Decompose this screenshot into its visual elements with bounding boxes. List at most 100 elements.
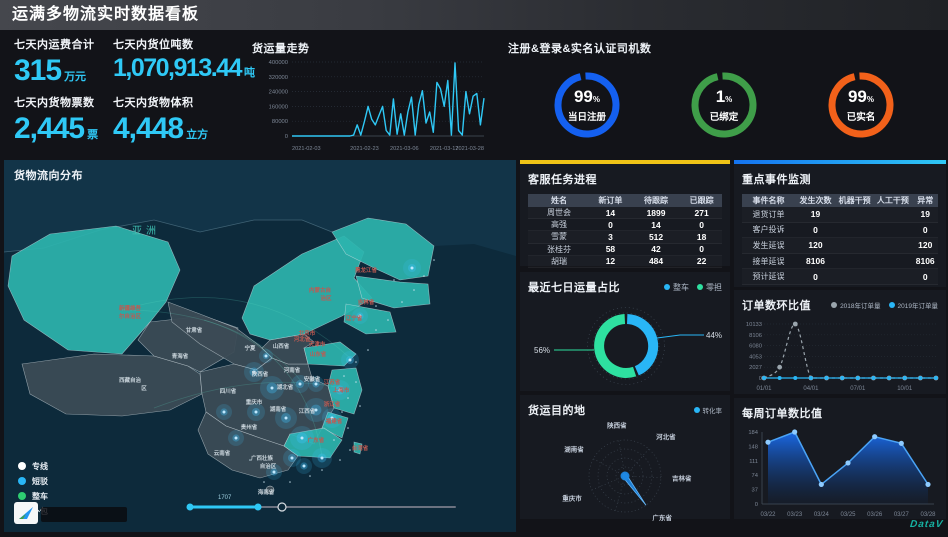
gauge-label: 已绑定 [710, 109, 739, 123]
row-value-cell: 14 [631, 220, 681, 230]
province-label: 上海市 [333, 386, 350, 394]
city-dot [423, 275, 425, 277]
table-row: 发生延误120120 [742, 238, 938, 254]
slider-handle[interactable] [255, 504, 262, 511]
column-header: 已跟踪 [681, 195, 722, 206]
tick-label: 03/24 [814, 512, 830, 518]
province-label: 陕西省 [252, 370, 269, 378]
data-point [934, 376, 938, 380]
legend-dot [889, 302, 895, 308]
map-legend-item[interactable]: 短驳 [18, 476, 49, 486]
key-events-title: 重点事件监测 [742, 171, 811, 187]
province-label: 西藏自治 [119, 376, 142, 384]
stat-value: 2,445票 [14, 113, 98, 145]
tick-label: 2021-02-03 [292, 146, 321, 152]
city-dot [333, 439, 335, 441]
tick-label: 07/01 [850, 386, 866, 392]
column-header: 异常 [912, 195, 937, 206]
data-point [925, 482, 930, 487]
tick-label: 184 [748, 430, 758, 436]
data-point [840, 376, 844, 380]
key-events-table: 事件名称发生次数机器干预人工干预异常退货订单1919客户投诉00发生延误1201… [742, 194, 938, 285]
map-legend-item[interactable]: 整车 [18, 491, 48, 501]
legend-item[interactable]: 2018年订单量 [831, 300, 880, 310]
city-dot [343, 375, 345, 377]
data-point [845, 460, 850, 465]
row-value-cell: 42 [631, 244, 681, 254]
data-point [871, 376, 875, 380]
table-row: 接单延误81068106 [742, 254, 938, 270]
radar-axis-label: 陕西省 [607, 421, 627, 430]
destinations-panel: 货运目的地 转化率 陕西省河北省吉林省广东省新疆维吾尔自治区重庆市湖南省 [520, 395, 730, 519]
province-label: 湖北省 [277, 383, 294, 391]
tick-label: 04/01 [803, 386, 819, 392]
gauge-label: 当日注册 [568, 109, 606, 123]
data-point [778, 376, 782, 380]
slider-value: 1707 [218, 495, 232, 501]
row-value-cell: 271 [681, 208, 722, 218]
city-dot [375, 329, 377, 331]
column-header: 事件名称 [742, 195, 795, 206]
row-name-cell: 预计延误 [742, 271, 795, 282]
weekly-area [768, 432, 928, 504]
tick-label: 240000 [269, 90, 288, 96]
stat-block: 七天内货物票数2,445票 [14, 94, 98, 145]
stat-value: 1,070,913.44吨 [113, 55, 255, 81]
city-dot [263, 481, 265, 483]
table-row: 预计延误00 [742, 269, 938, 285]
freight-trend-chart: 4000003200002400001600008000002021-02-03… [252, 56, 490, 160]
row-value-cell: 12 [590, 256, 631, 266]
tick-label: 80000 [272, 119, 288, 125]
row-name-cell: 胡瑞 [528, 256, 590, 267]
row-value-cell: 8106 [912, 256, 937, 266]
row-value-cell: 0 [590, 220, 631, 230]
city-dot [401, 301, 403, 303]
slider-handle[interactable] [278, 503, 286, 511]
province-label: 四川省 [220, 387, 237, 395]
city-dot [393, 279, 395, 281]
donut-slice-ltl[interactable] [599, 319, 634, 373]
driver-gauge: 1% 已绑定 [691, 72, 757, 138]
tick-label: 0 [755, 502, 758, 508]
tick-label: 160000 [269, 104, 288, 110]
column-header: 人工干预 [873, 195, 912, 206]
row-value-cell: 0 [912, 225, 937, 235]
radar-axis-label: 广东省 [652, 513, 672, 521]
province-label: 广东省 [308, 436, 325, 444]
slider-handle[interactable] [187, 504, 194, 511]
legend-item[interactable]: 转化率 [694, 405, 723, 415]
weekly-orders-chart: 1841481117437003/2203/2303/2403/2503/260… [734, 424, 946, 522]
region-label: 亚洲 [132, 225, 160, 237]
row-value-cell: 0 [681, 220, 722, 230]
province-label: 海南省 [258, 488, 275, 496]
city-dot [413, 289, 415, 291]
legend-item[interactable]: 2019年订单量 [889, 300, 938, 310]
order-mom-title: 订单数环比值 [742, 297, 811, 313]
paper-plane-icon [18, 506, 34, 520]
data-point [819, 482, 824, 487]
province-label: 区 [141, 384, 147, 392]
gauge-value: 1% [716, 88, 733, 107]
editor-badge-icon[interactable] [14, 502, 38, 524]
radar-axis-label: 河北省 [656, 432, 676, 441]
row-value-cell: 120 [912, 240, 937, 250]
map-legend-item[interactable]: 专线 [18, 461, 48, 471]
row-name-cell: 接单延误 [742, 256, 795, 267]
radar-axis-label: 重庆市 [562, 493, 582, 502]
data-point [856, 376, 860, 380]
tick-label: 148 [748, 444, 758, 450]
province-label: 自治区 [260, 462, 277, 470]
callout-label: 56% [534, 346, 550, 355]
province-label: 吉林省 [358, 298, 375, 306]
legend-dot [694, 407, 700, 413]
row-value-cell: 484 [631, 256, 681, 266]
destinations-legend: 转化率 [694, 405, 723, 415]
province-label: 广西壮族 [251, 454, 274, 462]
legend-item[interactable]: 整车 [664, 282, 689, 293]
tick-label: 10133 [746, 322, 762, 328]
donut-slice-whole-truck[interactable] [627, 319, 653, 371]
legend-label: 短驳 [32, 476, 49, 486]
legend-item[interactable]: 零担 [697, 282, 722, 293]
column-header: 待跟踪 [631, 195, 681, 206]
legend-label: 零担 [706, 282, 722, 293]
